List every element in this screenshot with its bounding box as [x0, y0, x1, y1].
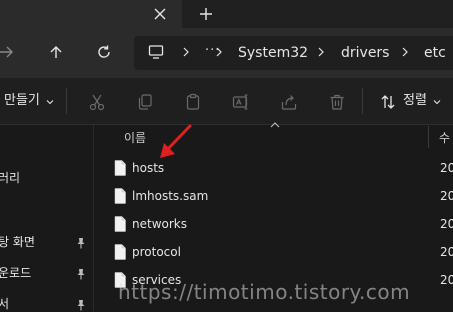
pane-splitter[interactable] — [93, 125, 94, 311]
toolbar-divider — [362, 88, 363, 114]
sidebar-item-downloads[interactable]: 운로드 — [0, 265, 31, 281]
sort-icon — [380, 94, 396, 110]
file-date: 20 — [440, 245, 453, 259]
file-icon — [114, 188, 126, 204]
copy-icon[interactable] — [136, 93, 154, 111]
arrow-up-icon[interactable] — [48, 44, 64, 60]
sidebar-item-documents[interactable]: 서 — [0, 296, 9, 312]
breadcrumb-etc[interactable]: etc — [424, 44, 446, 62]
share-icon[interactable] — [280, 93, 298, 111]
pin-icon — [76, 268, 86, 280]
file-name: lmhosts.sam — [132, 189, 209, 203]
column-header-name[interactable]: 이름 — [124, 130, 146, 146]
watermark: https://timotimo.tistory.com — [118, 280, 411, 304]
cut-icon[interactable] — [88, 93, 106, 111]
chevron-right-icon[interactable] — [400, 47, 410, 57]
breadcrumb-drivers[interactable]: drivers — [341, 44, 389, 62]
file-row-networks[interactable]: networks 20 — [100, 210, 453, 238]
file-icon — [114, 216, 126, 232]
chevron-right-icon[interactable] — [181, 47, 191, 57]
file-row-hosts[interactable]: hosts 20 — [100, 154, 453, 182]
file-date: 20 — [440, 189, 453, 203]
column-header-date-modified[interactable]: 수 — [439, 130, 450, 146]
file-row-lmhosts-sam[interactable]: lmhosts.sam 20 — [100, 182, 453, 210]
delete-icon[interactable] — [328, 93, 346, 111]
plus-icon[interactable] — [198, 6, 214, 22]
sidebar-item-gallery[interactable]: 러리 — [0, 170, 20, 186]
close-icon[interactable] — [152, 6, 168, 22]
file-date: 20 — [440, 273, 453, 287]
pin-icon — [76, 237, 86, 249]
rename-icon[interactable] — [232, 93, 250, 111]
this-pc-icon[interactable] — [148, 44, 164, 60]
file-date: 20 — [440, 217, 453, 231]
pin-icon — [76, 299, 86, 311]
toolbar-divider — [66, 88, 67, 114]
chevron-right-icon[interactable] — [214, 47, 224, 57]
sort-ascending-icon — [270, 122, 280, 128]
sidebar-item-desktop[interactable]: 탕 화면 — [0, 234, 35, 250]
file-row-protocol[interactable]: protocol 20 — [100, 238, 453, 266]
annotation-arrow-icon — [156, 122, 196, 162]
navigation-pane — [0, 125, 93, 311]
arrow-right-icon[interactable] — [0, 44, 16, 60]
column-divider[interactable] — [428, 126, 429, 148]
new-button[interactable]: 만들기 — [4, 93, 40, 109]
chevron-right-icon[interactable] — [316, 47, 326, 57]
file-name: protocol — [132, 245, 181, 259]
refresh-icon[interactable] — [96, 44, 112, 60]
paste-icon[interactable] — [184, 93, 202, 111]
file-icon — [114, 244, 126, 260]
breadcrumb-system32[interactable]: System32 — [238, 44, 308, 62]
file-icon — [114, 160, 126, 176]
file-date: 20 — [440, 161, 453, 175]
chevron-down-icon[interactable] — [46, 98, 54, 106]
sort-label: 정렬 — [403, 93, 427, 108]
file-name: hosts — [132, 161, 165, 175]
chevron-down-icon — [433, 98, 441, 106]
file-name: networks — [132, 217, 187, 231]
